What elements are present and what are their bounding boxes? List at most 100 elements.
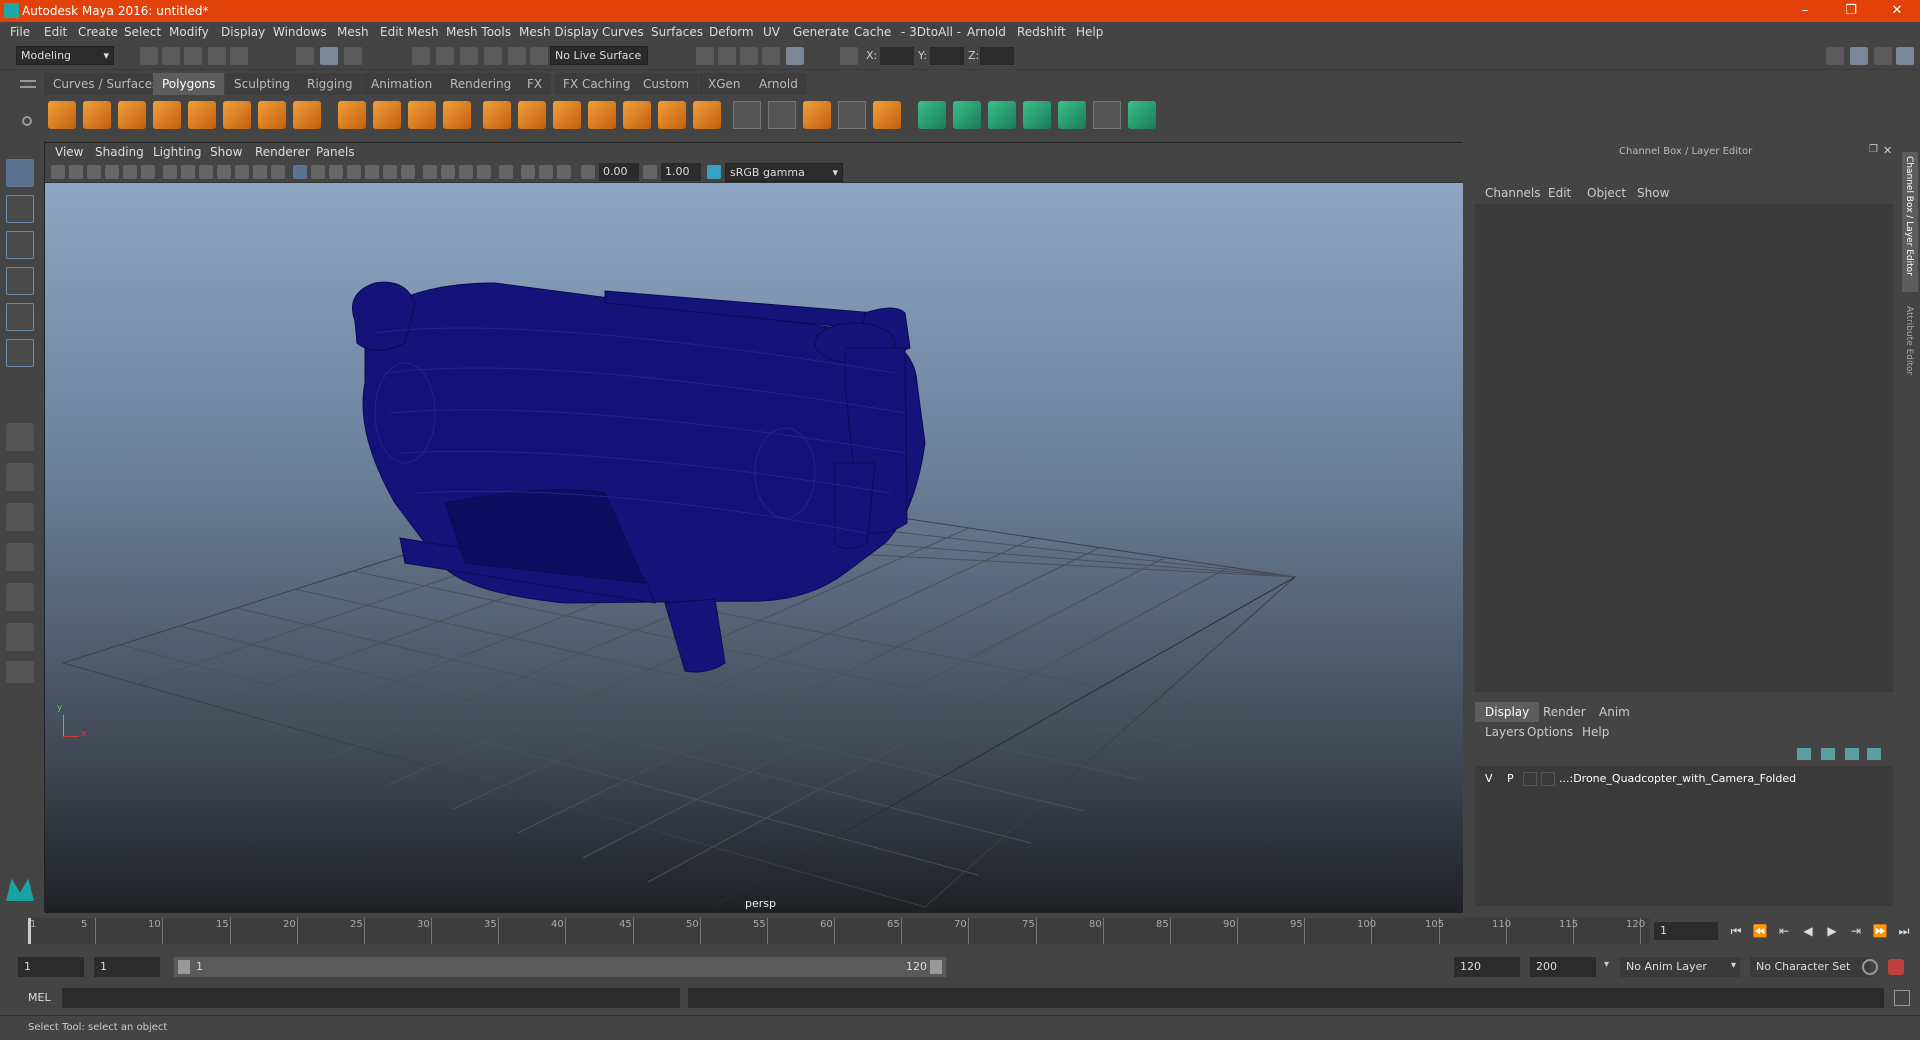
target-weld-icon[interactable]: [768, 101, 796, 129]
combine-icon[interactable]: [338, 101, 366, 129]
vp-menu-shading[interactable]: Shading: [95, 145, 144, 159]
move-tool-icon[interactable]: [6, 267, 34, 295]
go-to-start-icon[interactable]: ⏮: [1728, 924, 1744, 940]
modeling-toolkit-icon[interactable]: [1826, 47, 1844, 65]
uv-layout-icon[interactable]: [1128, 101, 1156, 129]
select-tool-icon[interactable]: [6, 159, 34, 187]
layer-menu-layers[interactable]: Layers: [1485, 725, 1525, 739]
lights-icon[interactable]: [383, 165, 397, 179]
select-hierarchy-icon[interactable]: [296, 47, 314, 65]
move-layer-up-icon[interactable]: [1797, 748, 1811, 760]
tab-render[interactable]: Render: [1533, 702, 1596, 722]
range-bar[interactable]: 1 120: [174, 957, 946, 977]
anti-alias-icon[interactable]: [459, 165, 473, 179]
poly-cone-icon[interactable]: [153, 101, 181, 129]
menu-mesh[interactable]: Mesh: [337, 25, 369, 39]
multi-cut-icon[interactable]: [733, 101, 761, 129]
boolean-icon[interactable]: [483, 101, 511, 129]
film-gate-icon[interactable]: [181, 165, 195, 179]
anim-layer-dropdown[interactable]: No Anim Layer ▾: [1620, 957, 1740, 977]
wireframe-on-shaded-icon[interactable]: [347, 165, 361, 179]
layout-single-icon[interactable]: [6, 423, 34, 451]
tab-fx[interactable]: FX: [518, 73, 552, 95]
menu-edit-mesh[interactable]: Edit Mesh: [380, 25, 439, 39]
menu-generate[interactable]: Generate: [793, 25, 849, 39]
tab-animation[interactable]: Animation: [362, 73, 442, 95]
channel-box-icon[interactable]: [1896, 47, 1914, 65]
tab-polygons[interactable]: Polygons: [153, 73, 225, 95]
gamma-field[interactable]: 1.00: [661, 163, 701, 181]
hypershade-icon[interactable]: [786, 47, 804, 65]
poly-torus-icon[interactable]: [223, 101, 251, 129]
vp-menu-view[interactable]: View: [55, 145, 83, 159]
go-to-end-icon[interactable]: ⏭: [1896, 924, 1912, 940]
isolate-select-icon[interactable]: [499, 165, 513, 179]
vp-menu-lighting[interactable]: Lighting: [153, 145, 202, 159]
layer-visibility[interactable]: V: [1485, 772, 1493, 785]
poly-pipe-icon[interactable]: [293, 101, 321, 129]
anim-start-field[interactable]: 1: [94, 957, 160, 977]
menu-edit[interactable]: Edit: [44, 25, 67, 39]
color-space-dropdown[interactable]: sRGB gamma ▾: [725, 163, 843, 182]
cb-menu-show[interactable]: Show: [1637, 186, 1669, 200]
snap-curve-icon[interactable]: [436, 47, 454, 65]
character-set-dropdown[interactable]: No Character Set: [1750, 957, 1870, 977]
separate-icon[interactable]: [373, 101, 401, 129]
layer-menu-help[interactable]: Help: [1582, 725, 1609, 739]
menu-display[interactable]: Display: [221, 25, 265, 39]
chevron-down-icon[interactable]: ▾: [1604, 959, 1609, 970]
depth-of-field-icon[interactable]: [477, 165, 491, 179]
layer-name[interactable]: ...:Drone_Quadcopter_with_Camera_Folded: [1559, 772, 1796, 785]
time-ruler[interactable]: 1 5 10 15 20 25 30 35 40 45 50 55 60 65 70 75 80 85 90 95 1…: [28, 918, 1650, 944]
layout-persp-outliner-icon[interactable]: [6, 543, 34, 571]
layout-three-icon[interactable]: [6, 583, 34, 611]
attribute-editor-icon[interactable]: [1850, 47, 1868, 65]
extrude-icon[interactable]: [553, 101, 581, 129]
mel-label[interactable]: MEL: [28, 991, 51, 1004]
channel-box-area[interactable]: [1475, 204, 1893, 692]
screen-space-ao-icon[interactable]: [423, 165, 437, 179]
wireframe-icon[interactable]: [293, 165, 307, 179]
animation-prefs-icon[interactable]: [1888, 959, 1904, 975]
x-field[interactable]: [880, 47, 914, 65]
menu-arnold[interactable]: Arnold: [967, 25, 1006, 39]
uv-cylindrical-icon[interactable]: [953, 101, 981, 129]
tab-custom[interactable]: Custom: [634, 73, 698, 95]
start-time-field[interactable]: 1: [18, 957, 84, 977]
tool-settings-icon[interactable]: [1874, 47, 1892, 65]
layout-two-icon[interactable]: [6, 503, 34, 531]
layout-four-icon[interactable]: [6, 463, 34, 491]
insert-edge-loop-icon[interactable]: [803, 101, 831, 129]
tab-anim[interactable]: Anim: [1589, 702, 1640, 722]
auto-key-icon[interactable]: [1862, 959, 1878, 975]
shelf-menu-icon[interactable]: [20, 80, 36, 88]
camera-attr-icon[interactable]: [69, 165, 83, 179]
gate-mask-icon[interactable]: [217, 165, 231, 179]
camera-select-icon[interactable]: [51, 165, 65, 179]
exposure-icon[interactable]: [581, 165, 595, 179]
play-forwards-icon[interactable]: ▶: [1824, 924, 1840, 940]
transform-mode-icon[interactable]: [840, 47, 858, 65]
field-chart-icon[interactable]: [235, 165, 249, 179]
cb-menu-object[interactable]: Object: [1587, 186, 1626, 200]
step-back-frame-icon[interactable]: ⏪: [1752, 924, 1768, 940]
snap-grid-icon[interactable]: [412, 47, 430, 65]
layer-color-box[interactable]: [1541, 772, 1555, 786]
collapse-icon[interactable]: [873, 101, 901, 129]
render-view-icon[interactable]: [696, 47, 714, 65]
grid-toggle-icon[interactable]: [163, 165, 177, 179]
fill-hole-icon[interactable]: [693, 101, 721, 129]
range-end-handle[interactable]: [930, 960, 942, 974]
close-button[interactable]: ✕: [1874, 0, 1920, 22]
menu-deform[interactable]: Deform: [709, 25, 754, 39]
menu-modify[interactable]: Modify: [169, 25, 209, 39]
poly-plane-icon[interactable]: [188, 101, 216, 129]
cb-menu-channels[interactable]: Channels: [1485, 186, 1541, 200]
resolution-gate-icon[interactable]: [199, 165, 213, 179]
poly-pyramid-icon[interactable]: [258, 101, 286, 129]
tab-sculpting[interactable]: Sculpting: [225, 73, 300, 95]
maximize-button[interactable]: ❐: [1828, 0, 1874, 22]
menu-select[interactable]: Select: [124, 25, 161, 39]
select-object-icon[interactable]: [320, 47, 338, 65]
uv-planar-icon[interactable]: [918, 101, 946, 129]
